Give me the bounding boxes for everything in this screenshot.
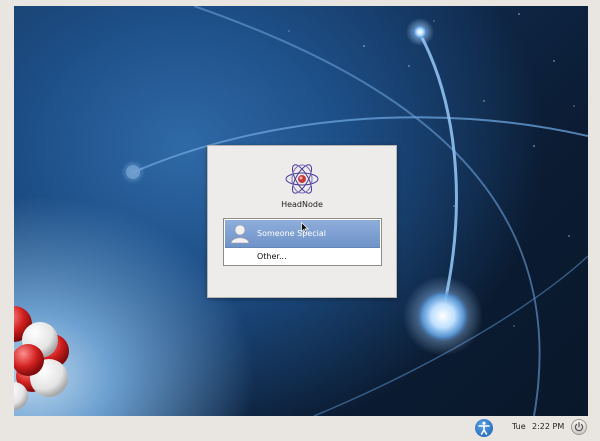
bottom-panel	[0, 416, 600, 441]
user-name: Someone Special	[257, 229, 326, 238]
accessibility-icon	[478, 421, 490, 435]
power-icon	[574, 422, 584, 432]
power-button[interactable]	[571, 419, 587, 435]
other-user-row[interactable]: Other...	[225, 249, 380, 264]
mouse-cursor-icon	[301, 219, 309, 234]
host-logo-icon	[284, 161, 320, 197]
host-name: HeadNode	[281, 200, 323, 209]
other-user-label: Other...	[257, 252, 287, 261]
clock-time[interactable]: 2:22 PM	[532, 422, 564, 431]
accessibility-button[interactable]	[475, 419, 493, 437]
clock-day: Tue	[512, 422, 526, 431]
avatar-icon	[229, 222, 251, 244]
